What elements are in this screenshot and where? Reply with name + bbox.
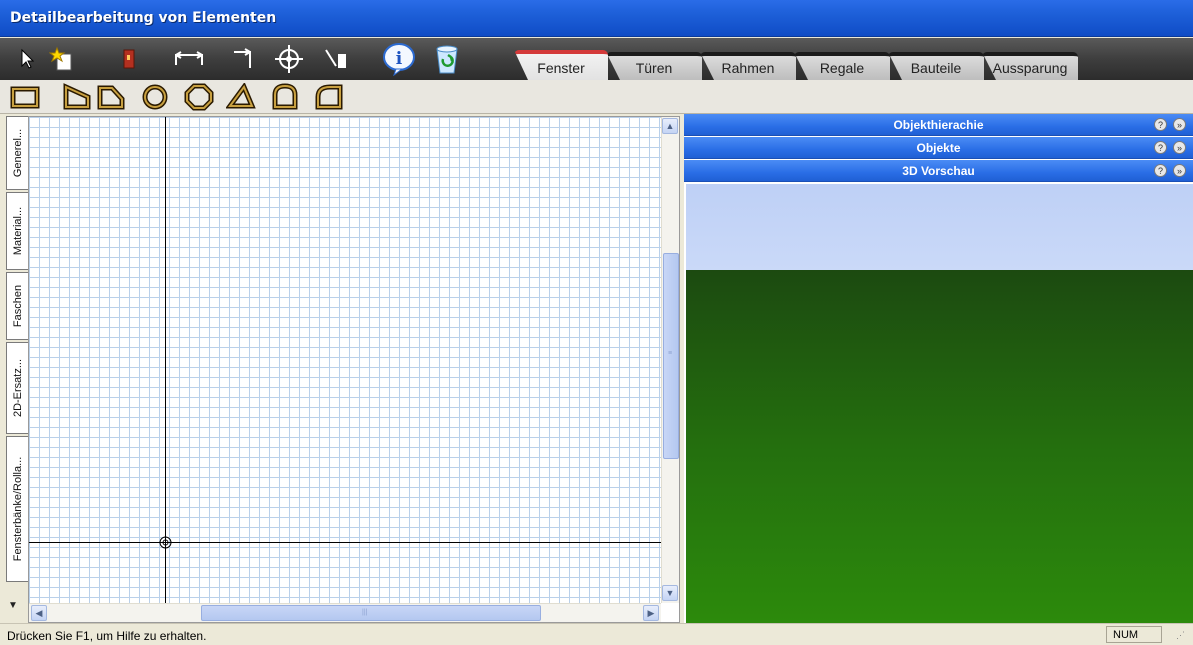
scroll-right-button[interactable]: ▶	[643, 605, 659, 621]
preview-sky	[686, 184, 1193, 270]
window-title: Detailbearbeitung von Elementen	[10, 10, 277, 26]
octagon-shape-icon[interactable]	[184, 83, 214, 111]
status-message: Drücken Sie F1, um Hilfe zu erhalten.	[7, 629, 207, 643]
vertical-scrollbar[interactable]: ▲ ≡ ▼	[661, 117, 679, 603]
tab-rahmen[interactable]: Rahmen	[700, 52, 796, 80]
scroll-down-button[interactable]: ▼	[662, 585, 678, 601]
title-bar: Detailbearbeitung von Elementen	[0, 0, 1193, 37]
recycle-icon[interactable]	[430, 42, 464, 76]
category-tabs: Fenster Türen Rahmen Regale Bauteile Aus…	[510, 48, 1080, 80]
arch-shape-icon[interactable]	[270, 83, 300, 111]
trapezoid-top-shape-icon[interactable]	[96, 83, 126, 111]
select-arrow-icon[interactable]	[10, 42, 44, 76]
new-element-icon[interactable]	[45, 42, 79, 76]
origin-crosshair-icon	[159, 536, 172, 549]
shape-toolbar	[0, 80, 1193, 114]
resize-grip-icon[interactable]: ⋰	[1176, 630, 1185, 641]
info-icon[interactable]: i	[382, 42, 416, 76]
door-icon[interactable]	[112, 42, 146, 76]
tab-aussparung[interactable]: Aussparung	[982, 52, 1078, 80]
x-axis-line	[29, 542, 661, 543]
quarter-round-shape-icon[interactable]	[314, 83, 344, 111]
crosshair-icon[interactable]	[272, 42, 306, 76]
side-tab-2d-ersatz[interactable]: 2D-Ersatz...	[6, 342, 28, 434]
tab-fenster[interactable]: Fenster	[514, 50, 608, 80]
circle-shape-icon[interactable]	[140, 83, 170, 111]
3d-preview-viewport[interactable]	[686, 184, 1193, 623]
right-panel: Objekthierachie ? » Objekte ? » 3D Vorsc…	[684, 114, 1193, 623]
section-objekthierachie[interactable]: Objekthierachie ? »	[684, 114, 1193, 136]
tab-bauteile[interactable]: Bauteile	[888, 52, 984, 80]
profile-tool-icon[interactable]	[320, 42, 354, 76]
side-tab-material[interactable]: Material...	[6, 192, 28, 270]
num-lock-indicator: NUM	[1106, 626, 1162, 643]
section-3d-vorschau[interactable]: 3D Vorschau ? »	[684, 160, 1193, 182]
side-tab-generel[interactable]: Generel...	[6, 116, 28, 190]
horizontal-scroll-thumb[interactable]: |||	[201, 605, 541, 621]
tab-tueren[interactable]: Türen	[606, 52, 702, 80]
section-objekte[interactable]: Objekte ? »	[684, 137, 1193, 159]
dimension-icon[interactable]	[172, 42, 206, 76]
svg-text:i: i	[396, 49, 403, 69]
help-icon[interactable]: ?	[1154, 164, 1167, 177]
tab-regale[interactable]: Regale	[794, 52, 890, 80]
angle-arrow-icon[interactable]	[228, 42, 262, 76]
drawing-canvas[interactable]: ▲ ≡ ▼ ◀ ||| ▶	[28, 116, 680, 623]
y-axis-line	[165, 117, 166, 603]
horizontal-scrollbar[interactable]: ◀ ||| ▶	[29, 603, 661, 622]
collapse-icon[interactable]: »	[1173, 164, 1186, 177]
scroll-up-button[interactable]: ▲	[662, 118, 678, 134]
preview-ground	[686, 270, 1193, 623]
side-tab-fensterbaenke[interactable]: Fensterbänke/Rolla...	[6, 436, 28, 582]
rectangle-shape-icon[interactable]	[10, 83, 40, 111]
help-icon[interactable]: ?	[1154, 141, 1167, 154]
side-tab-faschen[interactable]: Faschen	[6, 272, 28, 340]
status-bar: Drücken Sie F1, um Hilfe zu erhalten. NU…	[0, 623, 1193, 645]
side-tab-strip: Generel... Material... Faschen 2D-Ersatz…	[6, 116, 28, 606]
vertical-scroll-thumb[interactable]: ≡	[663, 253, 679, 459]
grid-area[interactable]	[29, 117, 661, 603]
scroll-left-button[interactable]: ◀	[31, 605, 47, 621]
triangle-shape-icon[interactable]	[226, 83, 256, 111]
expand-icon[interactable]: »	[1173, 141, 1186, 154]
help-icon[interactable]: ?	[1154, 118, 1167, 131]
trapezoid-right-shape-icon[interactable]	[62, 83, 92, 111]
side-tab-scroll-down-icon[interactable]: ▼	[8, 600, 18, 611]
expand-icon[interactable]: »	[1173, 118, 1186, 131]
